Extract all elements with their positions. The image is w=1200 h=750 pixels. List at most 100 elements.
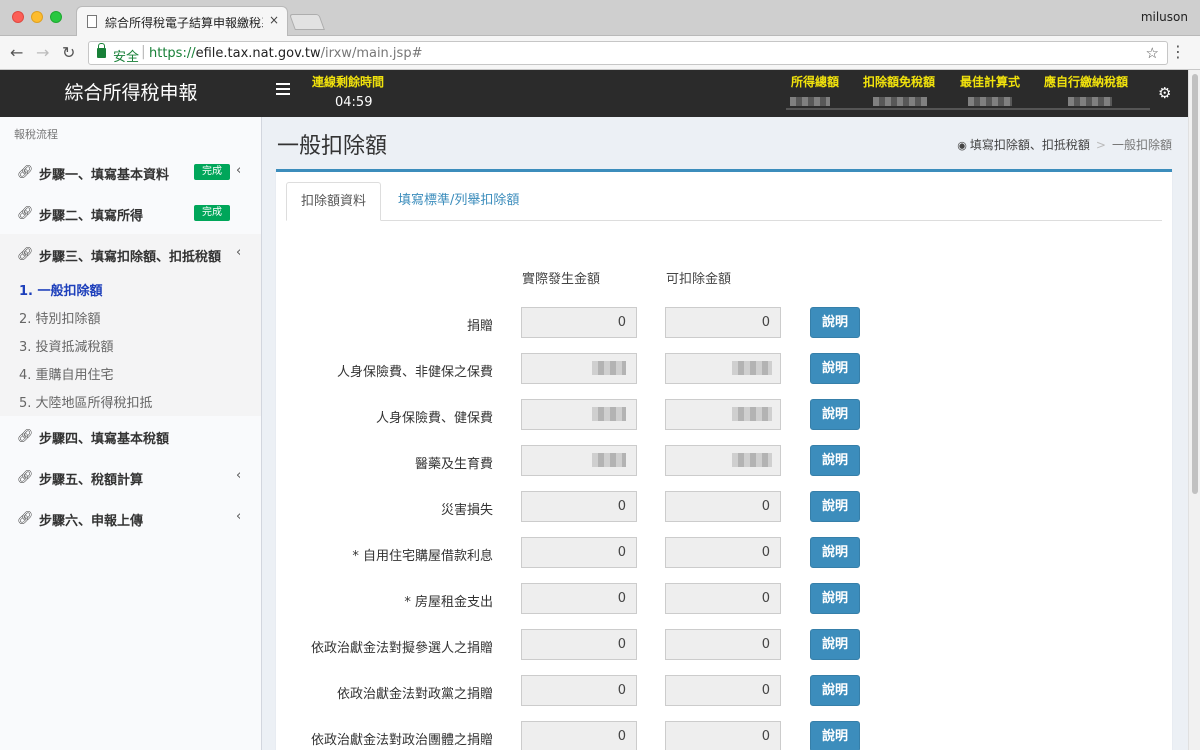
tab-deduction-data[interactable]: 扣除額資料 bbox=[286, 182, 382, 221]
browser-tab-bar: 綜合所得稅電子結算申報繳稅系統 × miluson bbox=[0, 0, 1200, 36]
help-button[interactable]: 說明 bbox=[810, 307, 860, 338]
chevron-left-icon: ‹ bbox=[236, 509, 242, 524]
url-input[interactable]: 安全 | https://efile.tax.nat.gov.tw/irxw/m… bbox=[88, 41, 1168, 65]
chevron-left-icon: ‹ bbox=[236, 163, 242, 178]
gear-icon[interactable]: ⚙ bbox=[1158, 84, 1171, 102]
stat-deductions-value-redacted bbox=[873, 97, 927, 106]
done-badge: 完成 bbox=[194, 164, 230, 180]
sidebar-sub-item-general-deduction[interactable]: 1. 一般扣除額 bbox=[19, 280, 103, 299]
tab-bar: 扣除額資料 填寫標準/列舉扣除額 bbox=[286, 182, 1162, 221]
link-icon: 🔗︎ bbox=[17, 206, 34, 221]
deductible-amount-field[interactable]: 0 bbox=[665, 675, 781, 706]
minimize-window-button[interactable] bbox=[31, 11, 43, 23]
row-label: 人身保險費、健保費 bbox=[375, 411, 493, 426]
help-button[interactable]: 說明 bbox=[810, 491, 860, 522]
redacted-value bbox=[732, 453, 772, 467]
deductible-amount-field[interactable]: 0 bbox=[665, 537, 781, 568]
row-label: 依政治獻金法對政治團體之捐贈 bbox=[310, 733, 493, 748]
help-button[interactable]: 說明 bbox=[810, 445, 860, 476]
row-label: 人身保險費、非健保之保費 bbox=[336, 365, 493, 380]
sidebar-step-3[interactable]: 🔗︎ 步驟三、填寫扣除額、扣抵稅額 ‹ bbox=[0, 234, 261, 275]
link-icon: 🔗︎ bbox=[17, 165, 34, 180]
redaction-line bbox=[786, 108, 1150, 110]
maximize-window-button[interactable] bbox=[50, 11, 62, 23]
sidebar-sub-item-investment-credit[interactable]: 3. 投資抵減稅額 bbox=[19, 336, 114, 355]
row-label: 醫藥及生育費 bbox=[414, 457, 493, 472]
breadcrumb-parent[interactable]: 填寫扣除額、扣抵稅額 bbox=[970, 138, 1090, 152]
sidebar-sub-item-special-deduction[interactable]: 2. 特別扣除額 bbox=[19, 308, 101, 327]
row-label: 災害損失 bbox=[440, 503, 493, 518]
reload-icon[interactable]: ↻ bbox=[62, 43, 75, 62]
deductible-amount-field[interactable]: 0 bbox=[665, 307, 781, 338]
deductible-amount-field[interactable]: 0 bbox=[665, 629, 781, 660]
row-label: * 自用住宅購屋借款利息 bbox=[352, 549, 493, 564]
link-icon: 🔗︎ bbox=[17, 247, 34, 262]
close-tab-icon[interactable]: × bbox=[269, 13, 279, 27]
deduction-form-box: 扣除額資料 填寫標準/列舉扣除額 實際發生金額 可扣除金額 捐贈 0 0 說明 人身保險… bbox=[276, 169, 1172, 750]
lock-icon bbox=[97, 43, 106, 58]
browser-menu-icon[interactable]: ⋮ bbox=[1170, 42, 1186, 61]
sidebar: 報稅流程 🔗︎ 步驟一、填寫基本資料 完成 ‹ 🔗︎ 步驟二、填寫所得 完成 🔗… bbox=[0, 117, 262, 750]
help-button[interactable]: 說明 bbox=[810, 537, 860, 568]
back-arrow-icon[interactable]: ← bbox=[10, 43, 23, 62]
redacted-value bbox=[592, 407, 626, 421]
help-button[interactable]: 說明 bbox=[810, 629, 860, 660]
actual-amount-field[interactable]: 0 bbox=[521, 537, 637, 568]
sidebar-sub-item-repurchase-residence[interactable]: 4. 重購自用住宅 bbox=[19, 364, 114, 383]
actual-amount-field[interactable]: 0 bbox=[521, 583, 637, 614]
sidebar-step-label: 步驟三、填寫扣除額、扣抵稅額 bbox=[39, 250, 222, 265]
page-scrollbar[interactable] bbox=[1188, 70, 1200, 750]
scrollbar-thumb[interactable] bbox=[1192, 74, 1198, 494]
actual-amount-field[interactable]: 0 bbox=[521, 721, 637, 750]
stat-best-formula-value-redacted bbox=[968, 97, 1012, 106]
sidebar-step-5[interactable]: 🔗︎ 步驟五、稅額計算 ‹ bbox=[0, 457, 261, 498]
document-icon bbox=[87, 15, 97, 28]
stat-best-formula-label: 最佳計算式 bbox=[960, 75, 1021, 89]
sidebar-step-label: 步驟四、填寫基本稅額 bbox=[39, 432, 170, 447]
stat-tax-due-value-redacted bbox=[1068, 97, 1112, 106]
stat-total-income-value-redacted bbox=[790, 97, 830, 106]
app-brand[interactable]: 綜合所得稅申報 bbox=[0, 70, 262, 117]
redacted-value bbox=[732, 407, 772, 421]
help-button[interactable]: 說明 bbox=[810, 399, 860, 430]
actual-amount-field[interactable]: 0 bbox=[521, 675, 637, 706]
row-label: 依政治獻金法對政黨之捐贈 bbox=[336, 687, 493, 702]
redacted-value bbox=[732, 361, 772, 375]
deductible-amount-field[interactable]: 0 bbox=[665, 491, 781, 522]
sidebar-step-1[interactable]: 🔗︎ 步驟一、填寫基本資料 完成 ‹ bbox=[0, 152, 261, 193]
browser-user-name[interactable]: miluson bbox=[1141, 10, 1188, 24]
row-label: * 房屋租金支出 bbox=[404, 595, 493, 610]
stat-deductions-label: 扣除額免稅額 bbox=[863, 75, 936, 89]
row-label: 捐贈 bbox=[466, 319, 493, 334]
actual-amount-field[interactable]: 0 bbox=[521, 491, 637, 522]
help-button[interactable]: 說明 bbox=[810, 583, 860, 614]
chevron-left-icon: ‹ bbox=[236, 245, 242, 260]
deductible-amount-field[interactable]: 0 bbox=[665, 583, 781, 614]
help-button[interactable]: 說明 bbox=[810, 675, 860, 706]
new-tab-button[interactable] bbox=[289, 14, 325, 30]
link-icon: 🔗︎ bbox=[17, 429, 34, 444]
deductible-amount-field[interactable]: 0 bbox=[665, 721, 781, 750]
sidebar-step-6[interactable]: 🔗︎ 步驟六、申報上傳 ‹ bbox=[0, 498, 261, 539]
sidebar-step-label: 步驟五、稅額計算 bbox=[39, 473, 144, 488]
forward-arrow-icon[interactable]: → bbox=[36, 43, 49, 62]
tab-standard-itemized[interactable]: 填寫標準/列舉扣除額 bbox=[384, 182, 533, 221]
bookmark-star-icon[interactable]: ☆ bbox=[1146, 44, 1159, 62]
sidebar-step-4[interactable]: 🔗︎ 步驟四、填寫基本稅額 bbox=[0, 416, 261, 457]
actual-amount-field[interactable]: 0 bbox=[521, 307, 637, 338]
help-button[interactable]: 說明 bbox=[810, 721, 860, 750]
close-window-button[interactable] bbox=[12, 11, 24, 23]
sidebar-step-label: 步驟一、填寫基本資料 bbox=[39, 168, 170, 183]
help-button[interactable]: 說明 bbox=[810, 353, 860, 384]
hamburger-menu-icon[interactable] bbox=[276, 83, 290, 95]
actual-amount-field[interactable]: 0 bbox=[521, 629, 637, 660]
sidebar-sub-item-mainland-tax-credit[interactable]: 5. 大陸地區所得稅扣抵 bbox=[19, 392, 153, 411]
page-title: 一般扣除額 bbox=[277, 134, 388, 159]
column-header-deductible: 可扣除金額 bbox=[666, 272, 732, 287]
browser-address-bar: ← → ↻ 安全 | https://efile.tax.nat.gov.tw/… bbox=[0, 36, 1200, 70]
sidebar-step-2[interactable]: 🔗︎ 步驟二、填寫所得 完成 bbox=[0, 193, 261, 234]
browser-tab[interactable]: 綜合所得稅電子結算申報繳稅系統 × bbox=[76, 6, 288, 36]
chevron-left-icon: ‹ bbox=[236, 468, 242, 483]
session-timer-label: 連線剩餘時間 bbox=[312, 75, 385, 89]
done-badge: 完成 bbox=[194, 205, 230, 221]
